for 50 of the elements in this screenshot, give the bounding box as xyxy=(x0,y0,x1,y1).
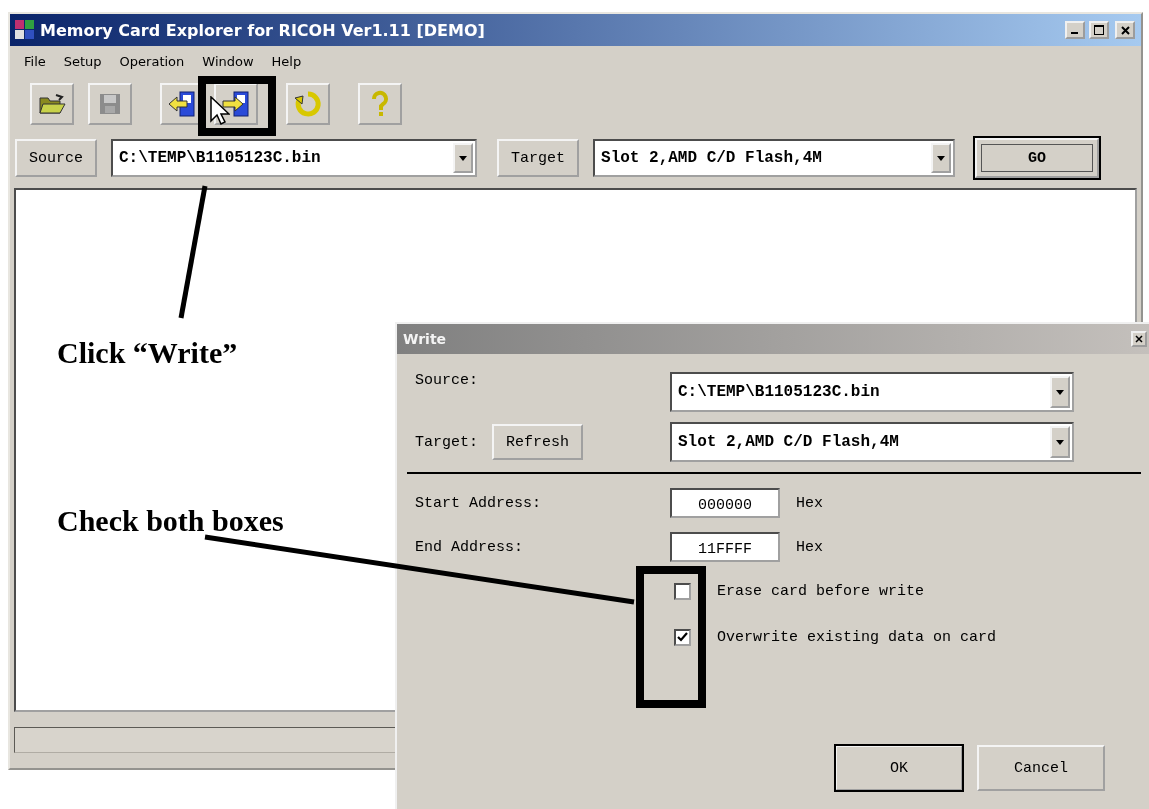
dropdown-arrow-icon xyxy=(459,155,467,161)
menu-item[interactable]: Help xyxy=(271,53,302,69)
mouse-cursor-icon xyxy=(210,96,230,126)
cancel-button[interactable]: Cancel xyxy=(977,745,1105,791)
menu-item[interactable]: Operation xyxy=(119,53,185,69)
close-button[interactable] xyxy=(1115,21,1135,39)
unit-label: Hex xyxy=(796,494,823,512)
target-dropdown[interactable]: Slot 2,AMD C/D Flash,4M xyxy=(593,139,956,177)
end-address-field[interactable]: 11FFFF xyxy=(670,532,780,562)
close-icon xyxy=(1120,25,1130,35)
callout-text: Check both boxes xyxy=(57,504,284,538)
menu-item[interactable]: Window xyxy=(202,53,254,69)
dialog-title: Write xyxy=(403,331,447,347)
menu-item[interactable]: Setup xyxy=(63,53,102,69)
target-dropdown[interactable]: Slot 2,AMD C/D Flash,4M xyxy=(670,422,1074,462)
question-mark-icon xyxy=(370,90,390,118)
app-icon xyxy=(14,19,36,41)
toolbar-button[interactable] xyxy=(30,83,74,125)
source-button[interactable]: Source xyxy=(15,139,97,177)
dropdown-arrow-icon xyxy=(1056,389,1064,395)
checkbox[interactable] xyxy=(674,582,691,600)
start-address-field[interactable]: 000000 xyxy=(670,488,780,518)
checkbox[interactable] xyxy=(674,628,691,646)
source-dropdown[interactable]: C:\TEMP\B1105123C.bin xyxy=(670,372,1074,412)
open-folder-icon xyxy=(38,93,66,115)
ok-button[interactable]: OK xyxy=(835,745,963,791)
close-button[interactable] xyxy=(1131,331,1147,347)
field-label: End Address: xyxy=(415,538,524,556)
close-icon xyxy=(1135,335,1143,343)
menu-item[interactable]: File xyxy=(24,53,46,69)
checkbox-label: Erase card before write xyxy=(717,582,925,600)
arrow-left-card-icon xyxy=(167,90,197,118)
callout-text: Click “Write” xyxy=(57,336,238,370)
maximize-button[interactable] xyxy=(1089,21,1109,39)
maximize-icon xyxy=(1094,25,1104,35)
field-label: Start Address: xyxy=(415,494,542,512)
unit-label: Hex xyxy=(796,538,823,556)
minimize-button[interactable] xyxy=(1065,21,1085,39)
checkbox-label: Overwrite existing data on card xyxy=(717,628,997,646)
field-label: Target: xyxy=(415,433,478,451)
dropdown-arrow-icon xyxy=(1056,439,1064,445)
go-button[interactable]: GO xyxy=(975,138,1100,178)
field-label: Source: xyxy=(415,372,478,389)
window-title: Memory Card Explorer for RICOH Ver1.11 [DEMO] xyxy=(40,20,486,40)
dropdown-arrow-icon xyxy=(937,155,946,161)
arrow-right-card-icon xyxy=(221,90,251,118)
target-button[interactable]: Target xyxy=(497,139,580,177)
refresh-button[interactable]: Refresh xyxy=(492,424,584,460)
circular-arrow-icon xyxy=(294,90,322,118)
source-dropdown[interactable]: C:\TEMP\B1105123C.bin xyxy=(111,139,477,177)
